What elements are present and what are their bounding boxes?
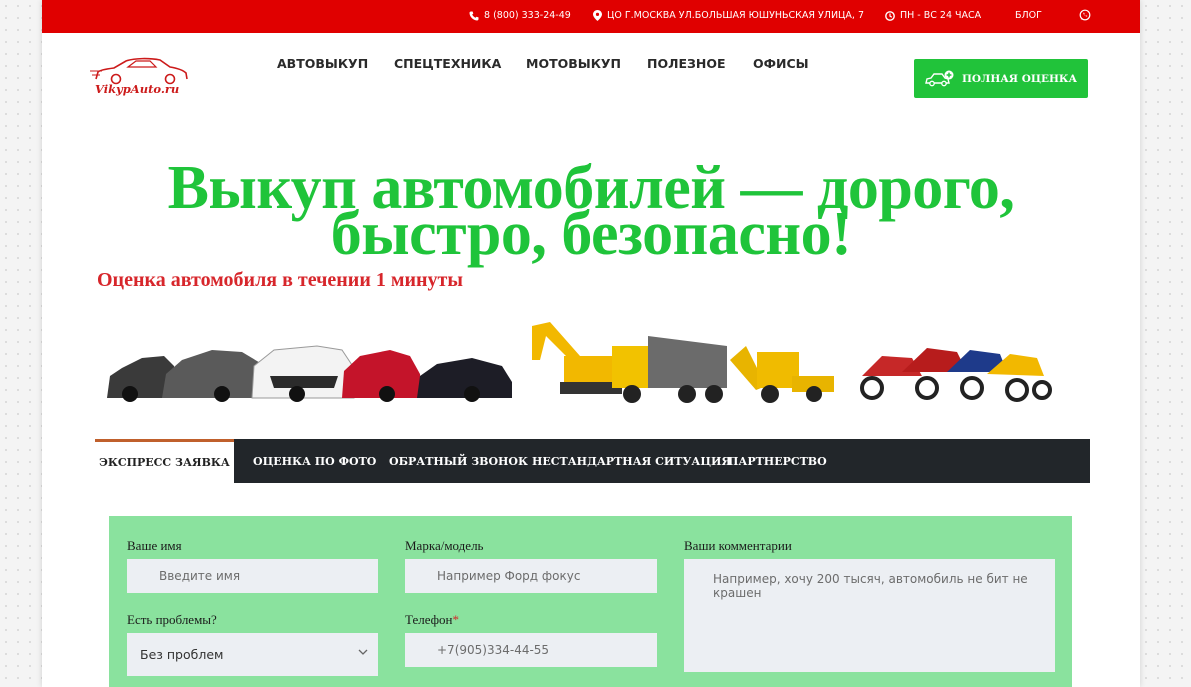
phone-number: 8 (800) 333-24-49 <box>484 10 571 21</box>
phone-input[interactable] <box>405 633 657 667</box>
blog-label: БЛОГ <box>1015 10 1042 21</box>
chevron-down-icon <box>358 649 368 655</box>
problems-label: Есть проблемы? <box>127 612 217 627</box>
nav-item-motovykup[interactable]: МОТОВЫКУП <box>526 56 621 71</box>
hero-subtitle: Оценка автомобиля в течении 1 минуты <box>97 269 463 291</box>
whatsapp-link[interactable] <box>1079 9 1091 21</box>
logo[interactable]: VikypAuto.ru <box>90 57 194 101</box>
map-marker-icon <box>593 10 602 21</box>
comment-textarea[interactable] <box>684 559 1055 672</box>
hero-title-line-2: быстро, безопасно! <box>330 200 852 268</box>
required-marker: * <box>452 612 460 627</box>
whatsapp-icon <box>1079 9 1091 21</box>
name-label: Ваше имя <box>127 538 182 553</box>
problems-select-value: Без проблем <box>140 647 224 662</box>
nav-item-poleznoe[interactable]: ПОЛЕЗНОЕ <box>647 56 726 71</box>
phone-label: Телефон* <box>405 612 459 628</box>
tab-partnership[interactable]: ПАРТНЕРСТВО <box>728 439 827 483</box>
model-input[interactable] <box>405 559 657 593</box>
tab-express-request[interactable]: ЭКСПРЕСС ЗАЯВКА <box>95 439 234 483</box>
name-input[interactable] <box>127 559 378 593</box>
full-valuation-button[interactable]: ПОЛНАЯ ОЦЕНКА <box>914 59 1088 98</box>
tab-callback[interactable]: ОБРАТНЫЙ ЗВОНОК <box>389 439 528 483</box>
hours-text: ПН - ВС 24 ЧАСА <box>900 10 982 21</box>
special-machinery-group <box>532 322 834 403</box>
top-bar: 8 (800) 333-24-49 ЦО Г.МОСКВА УЛ.БОЛЬШАЯ… <box>42 0 1140 33</box>
phone-label-text: Телефон <box>405 612 453 627</box>
address-text: ЦО Г.МОСКВА УЛ.БОЛЬШАЯ ЮШУНЬСКАЯ УЛИЦА, … <box>607 10 865 21</box>
express-request-form: Ваше имя Марка/модель Ваши комментарии Е… <box>109 516 1072 687</box>
car-add-icon <box>925 70 954 86</box>
phone-link[interactable]: 8 (800) 333-24-49 <box>469 10 571 21</box>
page: 8 (800) 333-24-49 ЦО Г.МОСКВА УЛ.БОЛЬШАЯ… <box>42 0 1140 687</box>
logo-text: VikypAuto.ru <box>95 82 180 96</box>
blog-link[interactable]: БЛОГ <box>1015 10 1042 21</box>
hours: ПН - ВС 24 ЧАСА <box>885 10 981 21</box>
tab-nonstandard-situation[interactable]: НЕСТАНДАРТНАЯ СИТУАЦИЯ <box>532 439 731 483</box>
clock-icon <box>885 10 895 21</box>
form-tabs: ЭКСПРЕСС ЗАЯВКА ОЦЕНКА ПО ФОТО ОБРАТНЫЙ … <box>95 439 1090 483</box>
tab-photo-valuation[interactable]: ОЦЕНКА ПО ФОТО <box>253 439 376 483</box>
hero-title: Выкуп автомобилей — дорого, быстро, безо… <box>42 157 1140 265</box>
phone-icon <box>469 11 479 20</box>
nav-item-autovykup[interactable]: АВТОВЫКУП <box>277 56 368 71</box>
cars-group <box>107 345 512 402</box>
vehicles-banner <box>107 322 1052 403</box>
nav-item-ofisy[interactable]: ОФИСЫ <box>753 56 809 71</box>
address-link[interactable]: ЦО Г.МОСКВА УЛ.БОЛЬШАЯ ЮШУНЬСКАЯ УЛИЦА, … <box>593 10 864 21</box>
model-label: Марка/модель <box>405 538 484 553</box>
nav-item-spectehnika[interactable]: СПЕЦТЕХНИКА <box>394 56 501 71</box>
motorcycles-group <box>860 348 1052 402</box>
full-valuation-label: ПОЛНАЯ ОЦЕНКА <box>961 72 1078 85</box>
comment-label: Ваши комментарии <box>684 538 792 553</box>
problems-select[interactable]: Без проблем <box>127 633 378 676</box>
